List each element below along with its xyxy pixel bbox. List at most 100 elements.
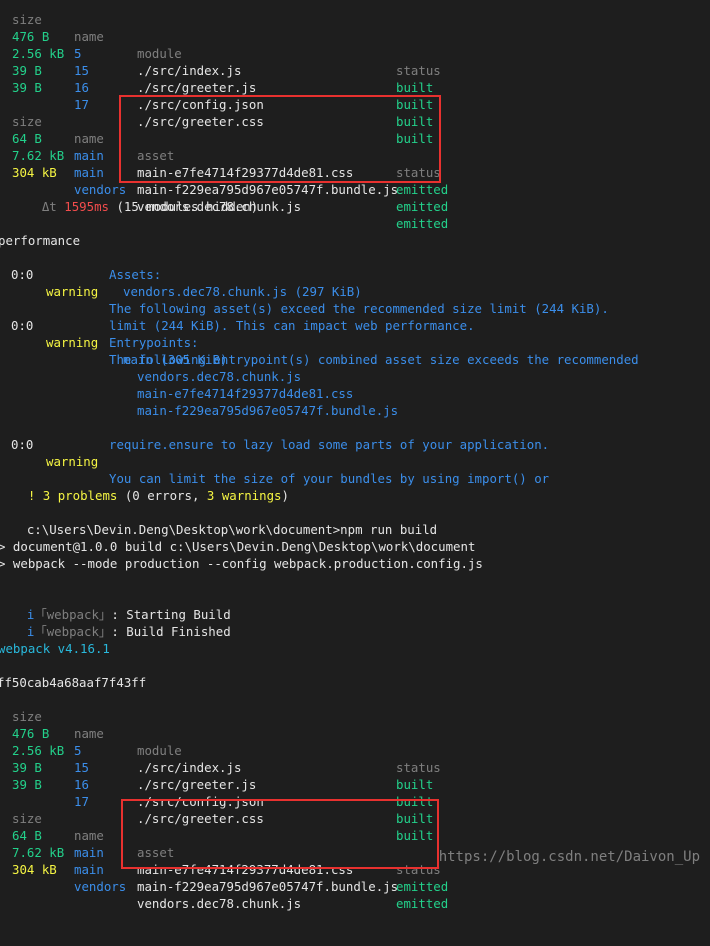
col-module: module xyxy=(137,743,182,758)
warning-count: 3 warnings xyxy=(206,488,282,503)
table-row: 39 B 16 ./src/config.json built xyxy=(0,45,433,129)
row-status: built xyxy=(396,97,434,112)
row-module: ./src/greeter.js xyxy=(137,80,257,95)
col-status: status xyxy=(396,165,441,180)
command-prompt[interactable]: c:\Users\Devin.Deng\Desktop\work\documen… xyxy=(0,504,437,537)
table-row: 39 B 16 ./src/config.json built xyxy=(0,742,433,826)
row-status: built xyxy=(396,80,434,95)
row-name: vendors xyxy=(74,879,127,894)
row-status: emitted xyxy=(396,199,449,214)
assets-label: Assets: xyxy=(109,267,162,282)
row-name: 17 xyxy=(74,794,89,809)
col-name: name xyxy=(74,131,104,146)
row-module: ./src/config.json xyxy=(137,97,264,112)
row-name: 5 xyxy=(74,46,82,61)
row-asset: main-f229ea795d967e05747f.bundle.js xyxy=(137,879,399,894)
problem-count: 3 problems xyxy=(35,488,118,503)
col-name: name xyxy=(74,726,104,741)
row-status: built xyxy=(396,777,434,792)
warning-level: warning xyxy=(46,335,99,350)
row-name: 15 xyxy=(74,760,89,775)
table-row: 7.62 kB main main-f229ea795d967e05747f.b… xyxy=(0,130,448,214)
row-status: emitted xyxy=(396,879,449,894)
row-status: built xyxy=(396,794,434,809)
problem-detail: (0 errors, xyxy=(117,488,207,503)
section-title: performance xyxy=(0,233,81,248)
row-name: 5 xyxy=(74,743,82,758)
row-size: 39 B xyxy=(12,777,42,792)
col-asset: asset xyxy=(137,148,175,163)
row-name: main xyxy=(74,845,104,860)
row-status: emitted xyxy=(396,216,449,231)
asset-table-header: size name asset status xyxy=(0,793,441,877)
row-module: ./src/greeter.js xyxy=(137,777,257,792)
timing-value: 1595ms xyxy=(64,199,109,214)
module-table-header: size name module status xyxy=(0,691,441,775)
prompt-path: c:\Users\Devin.Deng\Desktop\work\documen… xyxy=(26,522,341,537)
col-name: name xyxy=(74,828,104,843)
row-size: 304 kB xyxy=(12,165,57,180)
warning-pos: 0:0 xyxy=(11,267,34,282)
problem-close: ) xyxy=(281,488,289,503)
terminal-output[interactable]: size name module status 476 B 5 ./src/in… xyxy=(0,0,710,911)
delta-label: Δt xyxy=(41,199,65,214)
row-name: main xyxy=(74,862,104,877)
table-row: 2.56 kB 15 ./src/greeter.js built xyxy=(0,725,433,809)
warning-level: warning xyxy=(46,284,99,299)
col-status: status xyxy=(396,760,441,775)
row-status: built xyxy=(396,811,434,826)
command-text: npm run build xyxy=(340,522,438,537)
entrypoint-entry: main (305 KiB) xyxy=(123,352,228,367)
table-row: 39 B 17 ./src/greeter.css built xyxy=(0,759,433,843)
row-status: built xyxy=(396,131,434,146)
row-name: 15 xyxy=(74,63,89,78)
row-name: main xyxy=(74,148,104,163)
build-hash: ff50cab4a68aaf7f43ff xyxy=(0,675,147,690)
table-row: 304 kB vendors vendors.dec78.chunk.js xyxy=(0,844,301,911)
watermark: https://blog.csdn.net/Daivon_Up xyxy=(438,849,700,865)
warning-message: The following asset(s) exceed the recomm… xyxy=(109,301,609,316)
plugin-status-line: i「webpack」: Build Finished xyxy=(0,606,231,639)
npm-command-line: > webpack --mode production --config web… xyxy=(0,556,483,571)
row-status: emitted xyxy=(396,182,449,197)
warning-line: 0:0 warning The following asset(s) excee… xyxy=(0,249,609,316)
row-module: ./src/index.js xyxy=(137,760,242,775)
table-row: 476 B 5 ./src/index.js built xyxy=(0,708,433,792)
row-asset: vendors.dec78.chunk.js xyxy=(137,896,302,911)
entrypoints-label: Entrypoints: xyxy=(109,335,199,350)
asset-entry: vendors.dec78.chunk.js (297 KiB) xyxy=(123,284,362,299)
row-status: built xyxy=(396,114,434,129)
row-module: ./src/index.js xyxy=(137,63,242,78)
entrypoint-file: vendors.dec78.chunk.js xyxy=(137,369,302,384)
table-row: 304 kB vendors vendors.dec78.chunk.js em… xyxy=(0,147,448,231)
plugin-message: : Build Finished xyxy=(111,624,231,639)
module-table-header: size name module status xyxy=(0,0,441,78)
webpack-version: webpack v4.16.1 xyxy=(0,641,110,656)
row-module: ./src/greeter.css xyxy=(137,811,264,826)
col-name: name xyxy=(74,29,104,44)
row-name: 17 xyxy=(74,97,89,112)
row-status: emitted xyxy=(396,896,449,911)
entrypoint-file: main-f229ea795d967e05747f.bundle.js xyxy=(137,403,399,418)
table-row: 476 B 5 ./src/index.js built xyxy=(0,11,433,95)
col-status: status xyxy=(396,63,441,78)
plugin-tag: 「webpack」 xyxy=(34,624,112,639)
plugin-status-line: i「webpack」: Starting Build xyxy=(0,589,231,622)
warning-level: warning xyxy=(46,454,99,469)
warning-line: 0:0 warning The following entrypoint(s) … xyxy=(0,300,639,367)
problems-summary: ! 3 problems (0 errors, 3 warnings) xyxy=(0,470,289,503)
row-asset: main-e7fe4714f29377d4de81.css xyxy=(137,862,354,877)
warning-message-cont: limit (244 KiB). This can impact web per… xyxy=(109,318,475,333)
row-name: 16 xyxy=(74,80,89,95)
warning-pos: 0:0 xyxy=(11,437,34,452)
row-size: 304 kB xyxy=(12,862,57,877)
npm-script-line: > document@1.0.0 build c:\Users\Devin.De… xyxy=(0,539,476,554)
row-module: ./src/greeter.css xyxy=(137,114,264,129)
build-timing: Δt 1595ms (15 modules hidden) xyxy=(12,181,258,214)
warning-message-cont: require.ensure to lazy load some parts o… xyxy=(109,437,550,452)
row-asset: main-e7fe4714f29377d4de81.css xyxy=(137,165,354,180)
row-status: built xyxy=(396,828,434,843)
warning-pos: 0:0 xyxy=(11,318,34,333)
row-module: ./src/config.json xyxy=(137,794,264,809)
warning-line: 0:0 warning You can limit the size of yo… xyxy=(0,419,549,486)
